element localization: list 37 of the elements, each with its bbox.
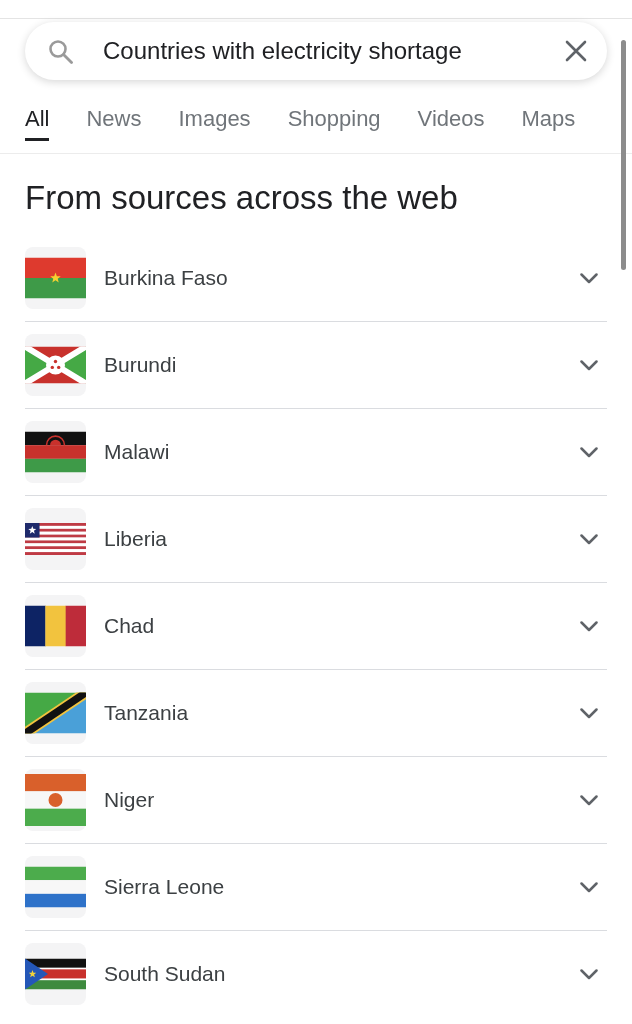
chevron-down-icon[interactable] [580,272,598,284]
country-name: Liberia [104,526,169,552]
burkina-faso-flag-icon [25,247,86,309]
search-icon [48,38,73,64]
search-input[interactable]: Countries with electricity shortage [103,33,565,69]
chevron-down-icon[interactable] [580,881,598,893]
chad-flag-icon [25,595,86,657]
malawi-flag-icon [25,421,86,483]
country-name: Chad [104,613,156,639]
liberia-flag-icon [25,508,86,570]
burundi-flag-icon [25,334,86,396]
country-name: Sierra Leone [104,874,226,900]
search-tab[interactable]: Images [178,106,251,141]
chevron-down-icon[interactable] [580,707,598,719]
country-name: Niger [104,787,156,813]
section-heading: From sources across the web [25,178,459,218]
sierra-leone-flag-icon [25,856,86,918]
search-tab[interactable]: News [86,106,142,141]
country-name: Burundi [104,352,178,378]
search-tab[interactable]: Maps [521,106,576,141]
chevron-down-icon[interactable] [580,968,598,980]
search-tab[interactable]: Videos [417,106,485,141]
country-name: Burkina Faso [104,265,229,291]
chevron-down-icon[interactable] [580,620,598,632]
country-name: Malawi [104,439,171,465]
chevron-down-icon[interactable] [580,446,598,458]
chevron-down-icon[interactable] [580,359,598,371]
chevron-down-icon[interactable] [580,794,598,806]
south-sudan-flag-icon [25,943,86,1005]
country-name: Tanzania [104,700,190,726]
country-name: South Sudan [104,961,227,987]
search-tab[interactable]: Shopping [287,106,381,141]
close-icon[interactable] [565,40,587,62]
search-tab[interactable]: All [25,106,50,141]
chevron-down-icon[interactable] [580,533,598,545]
niger-flag-icon [25,769,86,831]
tanzania-flag-icon [25,682,86,744]
